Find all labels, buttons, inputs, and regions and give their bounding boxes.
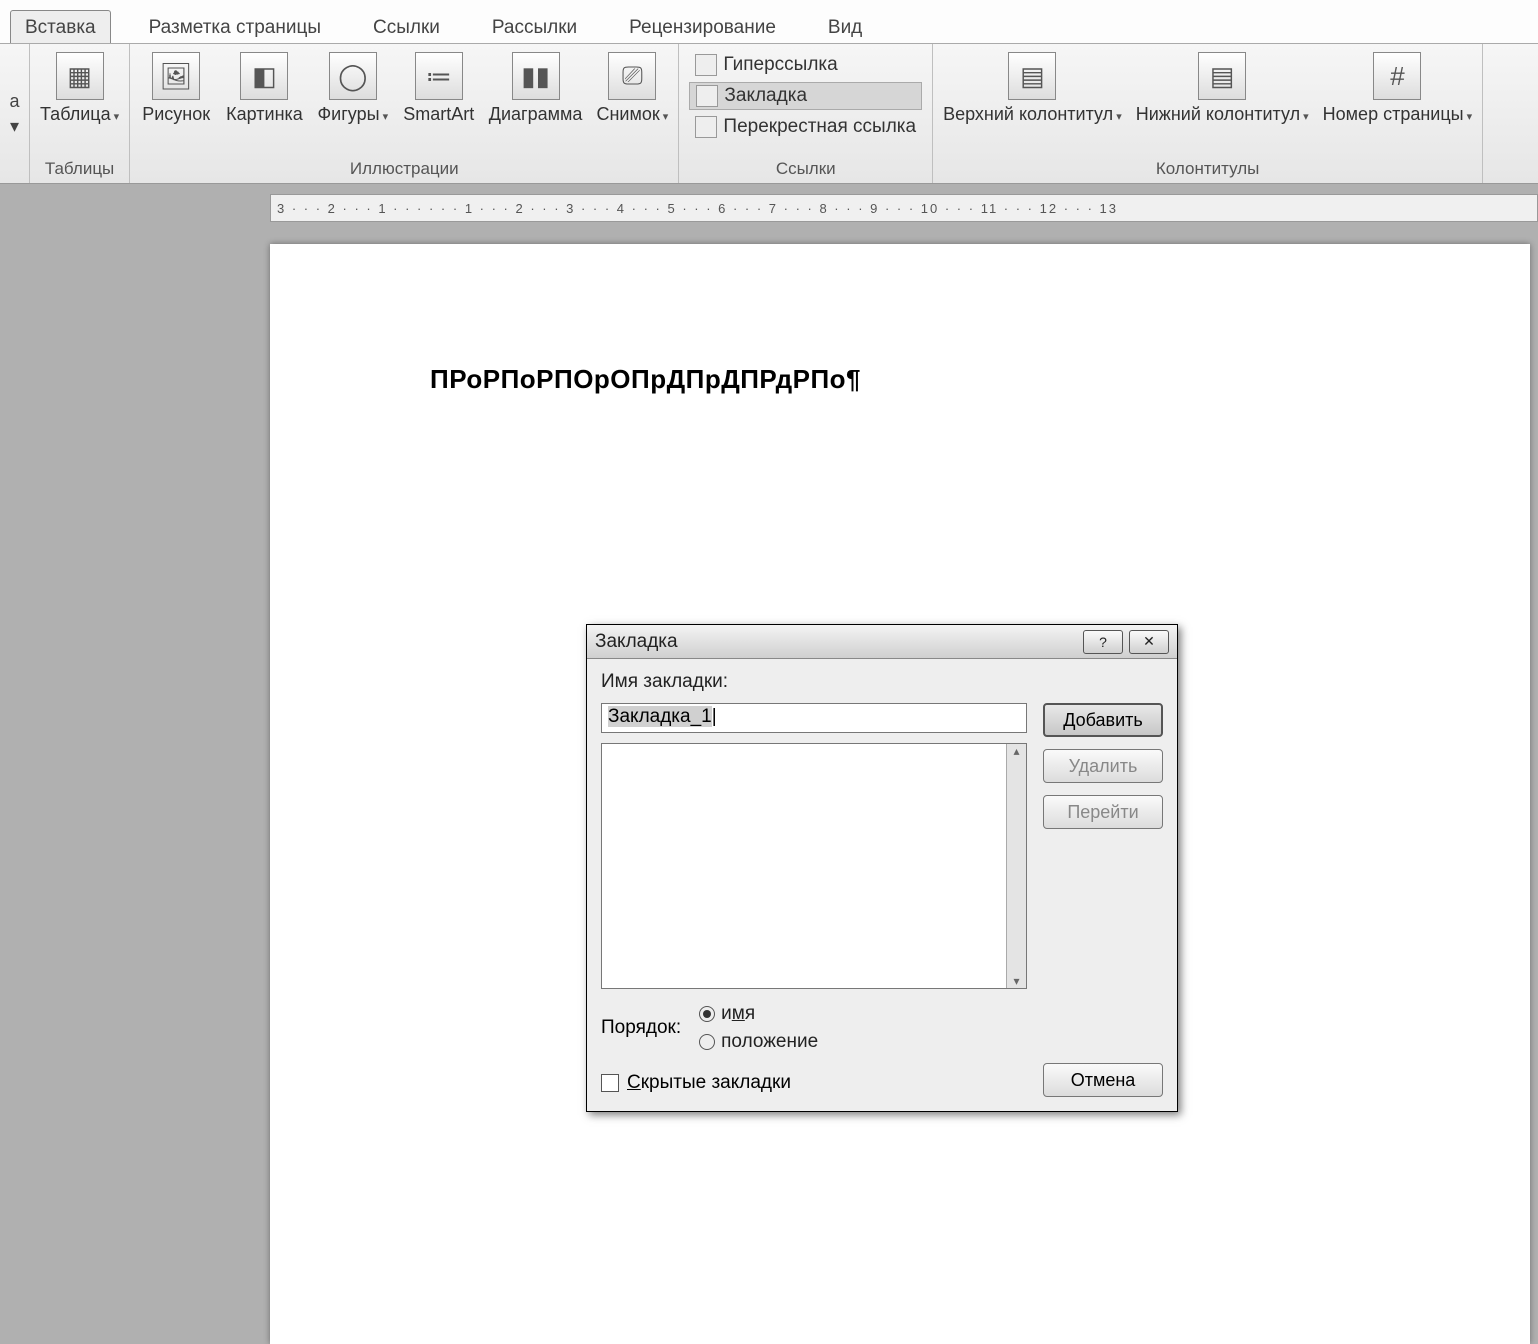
tab-insert[interactable]: Вставка — [10, 10, 111, 43]
shapes-icon: ◯ — [329, 52, 377, 100]
pagenumber-button[interactable]: # Номер страницы — [1323, 52, 1473, 125]
footer-icon: ▤ — [1198, 52, 1246, 100]
help-button[interactable]: ? — [1083, 630, 1123, 654]
clipart-icon: ◧ — [240, 52, 288, 100]
ribbon: а ▾ ▦ Таблица Таблицы 🖼 Рисунок ◧ Картинка… — [0, 44, 1538, 184]
hidden-bookmarks-checkbox[interactable] — [601, 1074, 619, 1092]
close-button[interactable]: ✕ — [1129, 630, 1169, 654]
hidden-bookmarks-label: Скрытые закладки — [627, 1072, 791, 1094]
tab-mailings[interactable]: Рассылки — [478, 11, 591, 43]
bookmark-list[interactable] — [601, 743, 1027, 989]
bookmark-label: Закладка — [724, 85, 807, 107]
table-button[interactable]: ▦ Таблица — [40, 52, 119, 125]
tab-references[interactable]: Ссылки — [359, 11, 454, 43]
tab-view[interactable]: Вид — [814, 11, 876, 43]
shapes-label: Фигуры — [317, 104, 388, 125]
add-button[interactable]: Добавить — [1043, 703, 1163, 737]
chart-button[interactable]: ▮▮ Диаграмма — [489, 52, 583, 125]
picture-icon: 🖼 — [152, 52, 200, 100]
picture-label: Рисунок — [142, 104, 210, 125]
ribbon-truncated-left: а ▾ — [0, 44, 30, 183]
clipart-label: Картинка — [226, 104, 303, 125]
screenshot-label: Снимок — [596, 104, 668, 125]
bookmark-dialog: Закладка ? ✕ Имя закладки: Закладка_1| Д… — [586, 624, 1178, 1112]
pagenumber-label: Номер страницы — [1323, 104, 1473, 125]
workspace: 3 · · · 2 · · · 1 · · · · · · 1 · · · 2 … — [0, 184, 1538, 1240]
clipart-button[interactable]: ◧ Картинка — [226, 52, 303, 125]
header-label: Верхний колонтитул — [943, 104, 1122, 125]
order-label: Порядок: — [601, 1017, 681, 1039]
group-tables: ▦ Таблица Таблицы — [30, 44, 130, 183]
chart-label: Диаграмма — [489, 104, 583, 125]
table-icon: ▦ — [56, 52, 104, 100]
smartart-button[interactable]: ≔ SmartArt — [403, 52, 475, 125]
radio-dot-icon — [699, 1034, 715, 1050]
header-icon: ▤ — [1008, 52, 1056, 100]
add-button-rest: обавить — [1076, 710, 1143, 730]
group-label-illustrations: Иллюстрации — [140, 157, 668, 181]
pagenumber-icon: # — [1373, 52, 1421, 100]
chevron-down-icon: ▾ — [10, 116, 19, 137]
group-label-links: Ссылки — [689, 157, 922, 181]
cancel-button[interactable]: Отмена — [1043, 1063, 1163, 1097]
radio-dot-icon — [699, 1006, 715, 1022]
header-button[interactable]: ▤ Верхний колонтитул — [943, 52, 1122, 125]
smartart-label: SmartArt — [403, 104, 474, 125]
group-label-tables: Таблицы — [40, 157, 119, 181]
tab-review[interactable]: Рецензирование — [615, 11, 790, 43]
bookmark-name-label: Имя закладки: — [601, 671, 1027, 693]
horizontal-ruler[interactable]: 3 · · · 2 · · · 1 · · · · · · 1 · · · 2 … — [270, 194, 1538, 222]
group-header-footer: ▤ Верхний колонтитул ▤ Нижний колонтитул #… — [933, 44, 1483, 183]
order-pos-label: положение — [721, 1031, 818, 1053]
smartart-icon: ≔ — [415, 52, 463, 100]
hyperlink-button[interactable]: Гиперссылка — [689, 52, 922, 78]
footer-label: Нижний колонтитул — [1136, 104, 1309, 125]
group-links: Гиперссылка Закладка Перекрестная ссылка… — [679, 44, 933, 183]
table-label: Таблица — [40, 104, 119, 125]
crossref-label: Перекрестная ссылка — [723, 116, 916, 138]
hyperlink-icon — [695, 54, 717, 76]
group-label-hf: Колонтитулы — [943, 157, 1472, 181]
dialog-titlebar[interactable]: Закладка ? ✕ — [587, 625, 1177, 659]
crossref-button[interactable]: Перекрестная ссылка — [689, 114, 922, 140]
bookmark-name-value: Закладка_1 — [608, 706, 712, 727]
truncated-label: а — [9, 91, 19, 112]
hyperlink-label: Гиперссылка — [723, 54, 837, 76]
bookmark-button[interactable]: Закладка — [689, 82, 922, 110]
chart-icon: ▮▮ — [512, 52, 560, 100]
footer-button[interactable]: ▤ Нижний колонтитул — [1136, 52, 1309, 125]
picture-button[interactable]: 🖼 Рисунок — [140, 52, 212, 125]
shapes-button[interactable]: ◯ Фигуры — [317, 52, 389, 125]
screenshot-button[interactable]: ⎚ Снимок — [596, 52, 668, 125]
crossref-icon — [695, 116, 717, 138]
document-text: ПРоРПоРПОрОПрДПрДПРдРПо¶ — [430, 364, 1370, 395]
order-by-name-radio[interactable]: имя — [699, 1003, 818, 1025]
screenshot-icon: ⎚ — [608, 52, 656, 100]
delete-button[interactable]: Удалить — [1043, 749, 1163, 783]
order-by-position-radio[interactable]: положение — [699, 1031, 818, 1053]
group-illustrations: 🖼 Рисунок ◧ Картинка ◯ Фигуры ≔ SmartArt ▮▮ Д… — [130, 44, 679, 183]
goto-button[interactable]: Перейти — [1043, 795, 1163, 829]
dialog-title-text: Закладка — [595, 631, 678, 653]
tab-page-layout[interactable]: Разметка страницы — [135, 11, 335, 43]
bookmark-icon — [696, 85, 718, 107]
ribbon-tabs: Вставка Разметка страницы Ссылки Рассылк… — [0, 0, 1538, 44]
bookmark-name-input[interactable]: Закладка_1| — [601, 703, 1027, 733]
scrollbar[interactable] — [1006, 744, 1026, 988]
